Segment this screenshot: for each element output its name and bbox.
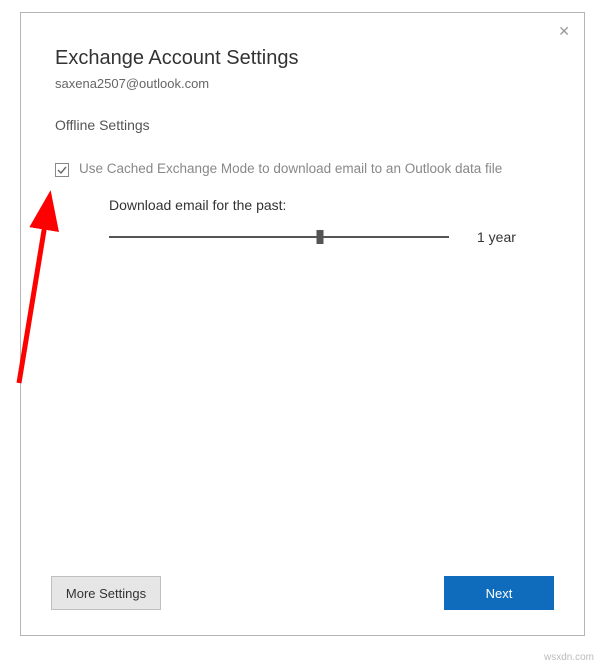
- cached-mode-checkbox[interactable]: [55, 163, 69, 177]
- cached-mode-label: Use Cached Exchange Mode to download ema…: [79, 161, 502, 176]
- watermark: wsxdn.com: [544, 652, 594, 663]
- dialog-footer: More Settings Next: [21, 571, 584, 635]
- page-title: Exchange Account Settings: [55, 47, 550, 70]
- account-email: saxena2507@outlook.com: [55, 76, 550, 91]
- slider-track: [109, 236, 449, 238]
- dialog-content: Exchange Account Settings saxena2507@out…: [21, 13, 584, 571]
- slider-value-label: 1 year: [477, 229, 516, 245]
- more-settings-button[interactable]: More Settings: [51, 576, 161, 610]
- download-period-label: Download email for the past:: [109, 197, 550, 213]
- checkmark-icon: [57, 165, 67, 175]
- offline-settings-label: Offline Settings: [55, 117, 550, 133]
- next-button[interactable]: Next: [444, 576, 554, 610]
- cached-mode-row: Use Cached Exchange Mode to download ema…: [55, 161, 550, 177]
- download-period-group: Download email for the past: 1 year: [109, 197, 550, 247]
- download-period-slider[interactable]: [109, 227, 449, 247]
- slider-thumb[interactable]: [316, 230, 323, 244]
- slider-row: 1 year: [109, 227, 550, 247]
- exchange-account-settings-dialog: ✕ Exchange Account Settings saxena2507@o…: [20, 12, 585, 636]
